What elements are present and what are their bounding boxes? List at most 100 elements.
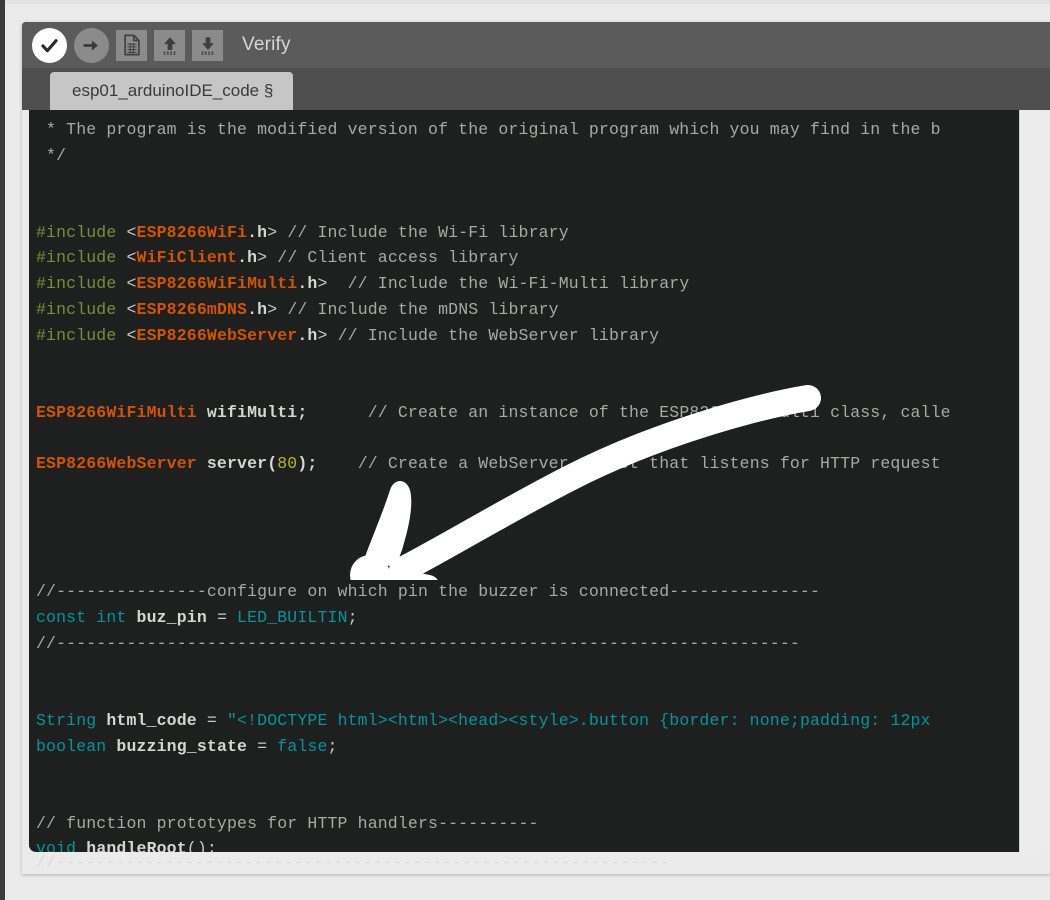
code-token: .h xyxy=(247,222,268,242)
code-token: ; xyxy=(327,736,338,756)
code-token: = xyxy=(257,736,278,756)
new-file-button[interactable] xyxy=(116,29,147,61)
code-token: wifiMulti; xyxy=(196,402,308,422)
code-token: #include xyxy=(36,248,127,268)
code-token: html_code xyxy=(96,710,207,730)
code-line: #include <ESP8266WiFi.h> // Include the … xyxy=(36,220,1020,246)
code-token: WiFiClient xyxy=(136,248,238,268)
arrow-down-icon xyxy=(201,37,214,55)
code-token: = xyxy=(216,608,238,628)
code-token: // Include the Wi-Fi-Multi library xyxy=(347,274,690,294)
code-token: #include xyxy=(36,274,127,294)
code-token: > xyxy=(257,248,278,268)
code-token: .h xyxy=(297,325,318,345)
arduino-ide-window: Verify esp01_arduinoIDE_code § * The pro… xyxy=(22,22,1050,874)
code-token: // function prototypes for HTTP handlers… xyxy=(36,813,539,833)
code-token: buzzing_state xyxy=(106,736,258,756)
code-token: ESP8266WiFiMulti xyxy=(136,274,298,294)
code-token: * The program is the modified version of… xyxy=(36,120,941,139)
upload-button[interactable] xyxy=(74,27,109,63)
code-token: < xyxy=(126,248,137,268)
code-token: LED_BUILTIN xyxy=(237,608,348,628)
code-token: < xyxy=(126,222,137,242)
code-token: .h xyxy=(247,299,268,319)
code-editor-surface[interactable]: * The program is the modified version of… xyxy=(29,110,1043,852)
code-token: // Client access library xyxy=(277,248,519,268)
scrollbar-thumb[interactable] xyxy=(1024,110,1039,360)
open-button[interactable] xyxy=(154,29,185,61)
code-line: */ xyxy=(36,143,1020,169)
code-token: //--------------------------------------… xyxy=(36,633,800,653)
code-token: ESP8266WiFi xyxy=(136,222,248,242)
code-line: ESP8266WiFiMulti wifiMulti; // Create an… xyxy=(36,400,1020,426)
page-top-border xyxy=(0,0,1050,4)
checkmark-icon xyxy=(41,38,58,52)
new-file-icon xyxy=(123,34,140,56)
code-token: < xyxy=(126,299,137,319)
code-token: String xyxy=(36,710,97,730)
arrow-up-icon xyxy=(163,37,176,55)
code-line: #include <ESP8266WiFiMulti.h> // Include… xyxy=(36,271,1020,297)
code-token: // Include the mDNS library xyxy=(287,299,559,319)
code-token: #include xyxy=(36,299,127,319)
code-token: 80 xyxy=(277,453,298,473)
code-token: (); xyxy=(186,839,217,852)
code-token: ESP8266WebServer xyxy=(136,325,298,345)
arrow-right-icon xyxy=(83,39,98,51)
code-token: < xyxy=(126,325,137,345)
page-frame: Verify esp01_arduinoIDE_code § * The pro… xyxy=(0,0,1050,900)
code-line: const int buz_pin = LED_BUILTIN; xyxy=(36,605,1020,631)
code-token: // Include the Wi-Fi library xyxy=(287,222,569,242)
editor-area: * The program is the modified version of… xyxy=(22,110,1050,874)
source-code[interactable]: * The program is the modified version of… xyxy=(29,110,1020,852)
code-token: > xyxy=(267,222,288,242)
tab-bar: esp01_arduinoIDE_code § xyxy=(22,68,1050,110)
code-token: server( xyxy=(196,453,278,473)
code-line: #include <ESP8266WebServer.h> // Include… xyxy=(36,323,1020,349)
code-token: false xyxy=(277,736,328,756)
code-line: String html_code = "<!DOCTYPE html><html… xyxy=(36,708,1020,734)
code-token: // Create a WebServer object that listen… xyxy=(357,453,941,473)
code-line: #include <WiFiClient.h> // Client access… xyxy=(36,245,1020,271)
code-token: ); xyxy=(297,453,318,473)
code-token: < xyxy=(126,274,137,294)
code-token: */ xyxy=(36,145,67,165)
code-line: // function prototypes for HTTP handlers… xyxy=(36,811,1020,837)
code-token: void xyxy=(36,839,77,852)
editor-cutoff-line: //--------------------------------------… xyxy=(36,853,670,872)
code-line: //--------------------------------------… xyxy=(36,631,1020,657)
code-token: handleRoot xyxy=(76,839,187,852)
code-token: boolean xyxy=(36,736,107,756)
toolbar: Verify xyxy=(22,22,1050,68)
code-token: > xyxy=(317,325,338,345)
code-token: #include xyxy=(36,222,127,242)
code-line: boolean buzzing_state = false; xyxy=(36,734,1020,760)
code-token: "<!DOCTYPE html><html><head><style>.butt… xyxy=(227,710,931,730)
code-token: ESP8266mDNS xyxy=(136,299,248,319)
page-left-border xyxy=(0,0,5,900)
editor-vertical-scrollbar[interactable] xyxy=(1019,110,1043,852)
code-token: // Include the WebServer library xyxy=(337,325,660,345)
code-token: // Create an instance of the ESP8266WiFi… xyxy=(367,402,951,422)
verify-button[interactable] xyxy=(32,27,67,63)
code-token: > xyxy=(317,274,348,294)
code-line: ESP8266WebServer server(80); // Create a… xyxy=(36,451,1020,477)
code-line: #include <ESP8266mDNS.h> // Include the … xyxy=(36,297,1020,323)
tab-esp01-arduinoide-code[interactable]: esp01_arduinoIDE_code § xyxy=(50,71,294,110)
code-line: //---------------configure on which pin … xyxy=(36,579,1020,605)
code-token: > xyxy=(267,299,288,319)
save-button[interactable] xyxy=(192,29,223,61)
